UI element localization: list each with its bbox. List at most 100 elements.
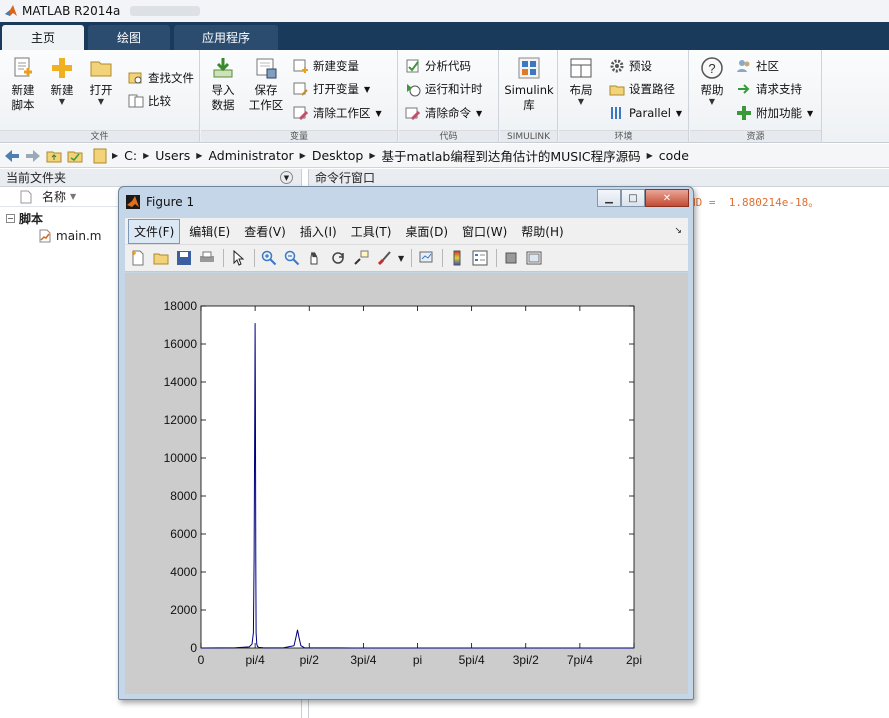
brush-icon[interactable] (375, 249, 393, 267)
matlab-logo-icon (5, 5, 17, 16)
chevron-down-icon[interactable]: ▼ (676, 109, 682, 118)
x-tick-label: 0 (198, 653, 205, 667)
pan-icon[interactable] (306, 249, 324, 267)
analyze-code-button[interactable]: 分析代码 (405, 57, 471, 75)
y-tick-label: 12000 (164, 413, 198, 427)
import-data-button[interactable]: 导入 数据 (207, 56, 239, 113)
addons-button[interactable]: 附加功能 ▼ (736, 104, 813, 122)
menu-tools[interactable]: 工具(T) (346, 220, 397, 243)
new-button[interactable]: 新建 ▼ (47, 56, 77, 106)
breadcrumb-project[interactable]: 基于matlab编程到达角估计的MUSIC程序源码 (382, 146, 641, 165)
clear-workspace-label: 清除工作区 (313, 106, 371, 120)
compare-button[interactable]: 比较 (128, 92, 171, 110)
save-icon[interactable] (175, 249, 193, 267)
menu-edit[interactable]: 编辑(E) (184, 220, 235, 243)
open-variable-button[interactable]: 打开变量 ▼ (293, 80, 370, 98)
up-folder-icon[interactable] (45, 148, 63, 164)
request-support-icon (738, 84, 750, 94)
colorbar-icon[interactable] (448, 249, 466, 267)
open-button[interactable]: 打开 ▼ (86, 56, 116, 106)
variable-group-label: 变量 (201, 130, 397, 142)
figure-canvas[interactable]: 0 2000 4000 6000 8000 10000 12000 14000 16000 180… (125, 273, 688, 694)
hide-tools-icon[interactable] (502, 249, 520, 267)
community-button[interactable]: 社区 (736, 57, 779, 75)
dock-arrow-icon[interactable]: ↘ (674, 226, 682, 236)
new-script-button[interactable]: 新建 脚本 (6, 56, 40, 113)
find-files-button[interactable]: 查找文件 (128, 69, 194, 87)
address-bar: ▶ C: ▶ Users ▶ Administrator ▶ Desktop ▶… (0, 144, 889, 168)
menu-view[interactable]: 查看(V) (239, 220, 291, 243)
open-icon[interactable] (152, 249, 170, 267)
resources-group-label: 资源 (690, 130, 821, 142)
help-button[interactable]: ? 帮助 ▼ (698, 56, 726, 106)
back-arrow-icon[interactable] (3, 148, 21, 164)
layout-icon (570, 58, 592, 78)
request-support-button[interactable]: 请求支持 (736, 80, 802, 98)
menu-file[interactable]: 文件(F) (128, 218, 181, 244)
toolbar-separator (223, 249, 224, 267)
breadcrumb-users[interactable]: Users (155, 148, 190, 163)
panel-menu-icon[interactable]: ▼ (280, 171, 293, 184)
brush-dropdown-icon[interactable]: ▼ (398, 254, 404, 263)
import-data-label: 导入 数据 (211, 83, 235, 112)
chevron-down-icon[interactable]: ▼ (476, 109, 482, 118)
menu-help[interactable]: 帮助(H) (516, 220, 568, 243)
chevron-down-icon[interactable]: ▼ (364, 85, 370, 94)
figure-titlebar[interactable]: Figure 1 ▁ □ ✕ (119, 187, 693, 217)
tab-plots[interactable]: 绘图 (88, 25, 170, 50)
save-workspace-label: 保存 工作区 (248, 83, 284, 112)
menu-window[interactable]: 窗口(W) (457, 220, 512, 243)
tab-apps[interactable]: 应用程序 (174, 25, 278, 50)
run-and-time-label: 运行和计时 (425, 82, 483, 96)
zoom-in-icon[interactable] (260, 249, 278, 267)
zoom-out-icon[interactable] (283, 249, 301, 267)
chevron-down-icon[interactable]: ▼ (807, 109, 813, 118)
browse-folder-icon[interactable] (66, 148, 84, 164)
y-tick-label: 16000 (164, 337, 198, 351)
close-button[interactable]: ✕ (645, 189, 689, 207)
request-support-label: 请求支持 (756, 82, 802, 96)
breadcrumb-separator: ▶ (299, 151, 306, 160)
print-icon[interactable] (198, 249, 216, 267)
data-cursor-icon[interactable] (352, 249, 370, 267)
plot-area[interactable]: 0 2000 4000 6000 8000 10000 12000 14000 16000 180… (125, 273, 688, 694)
show-tools-icon[interactable] (525, 249, 543, 267)
menu-insert[interactable]: 插入(I) (295, 220, 342, 243)
forward-arrow-icon[interactable] (24, 148, 42, 164)
new-figure-icon[interactable] (129, 249, 147, 267)
rotate-icon[interactable] (329, 249, 347, 267)
parallel-button[interactable]: Parallel ▼ (609, 104, 682, 122)
run-and-time-button[interactable]: 运行和计时 (405, 80, 483, 98)
new-variable-label: 新建变量 (313, 59, 359, 73)
set-path-button[interactable]: 设置路径 (609, 80, 675, 98)
maximize-button[interactable]: □ (621, 189, 645, 207)
minimize-button[interactable]: ▁ (597, 189, 621, 207)
menu-desktop[interactable]: 桌面(D) (400, 220, 453, 243)
breadcrumb-desktop[interactable]: Desktop (312, 148, 364, 163)
save-workspace-button[interactable]: 保存 工作区 (247, 56, 285, 113)
breadcrumb-c[interactable]: C: (124, 148, 137, 163)
legend-icon[interactable] (471, 249, 489, 267)
tab-home[interactable]: 主页 (2, 25, 84, 50)
window-controls: ▁ □ ✕ (597, 189, 689, 207)
new-variable-button[interactable]: 新建变量 (293, 57, 359, 75)
y-tick-label: 0 (190, 641, 197, 655)
breadcrumb-separator: ▶ (646, 151, 653, 160)
command-window-title: 命令行窗口 (315, 171, 376, 185)
breadcrumb-administrator[interactable]: Administrator (208, 148, 293, 163)
layout-button[interactable]: 布局 ▼ (567, 56, 595, 106)
open-label: 打开 (89, 83, 113, 97)
svg-text:?: ? (708, 61, 715, 76)
clear-commands-button[interactable]: 清除命令 ▼ (405, 104, 482, 122)
file-group-label: 文件 (0, 130, 199, 142)
breadcrumb-code[interactable]: code (659, 148, 689, 163)
name-column-label: 名称 (42, 190, 67, 204)
analyze-code-label: 分析代码 (425, 59, 471, 73)
clear-workspace-button[interactable]: 清除工作区 ▼ (293, 104, 382, 122)
chevron-down-icon[interactable]: ▼ (376, 109, 382, 118)
simulink-library-button[interactable]: Simulink 库 (504, 56, 554, 113)
preferences-button[interactable]: 预设 (609, 57, 652, 75)
link-icon[interactable] (417, 249, 435, 267)
pointer-icon[interactable] (229, 249, 247, 267)
collapse-icon[interactable]: − (6, 213, 15, 223)
